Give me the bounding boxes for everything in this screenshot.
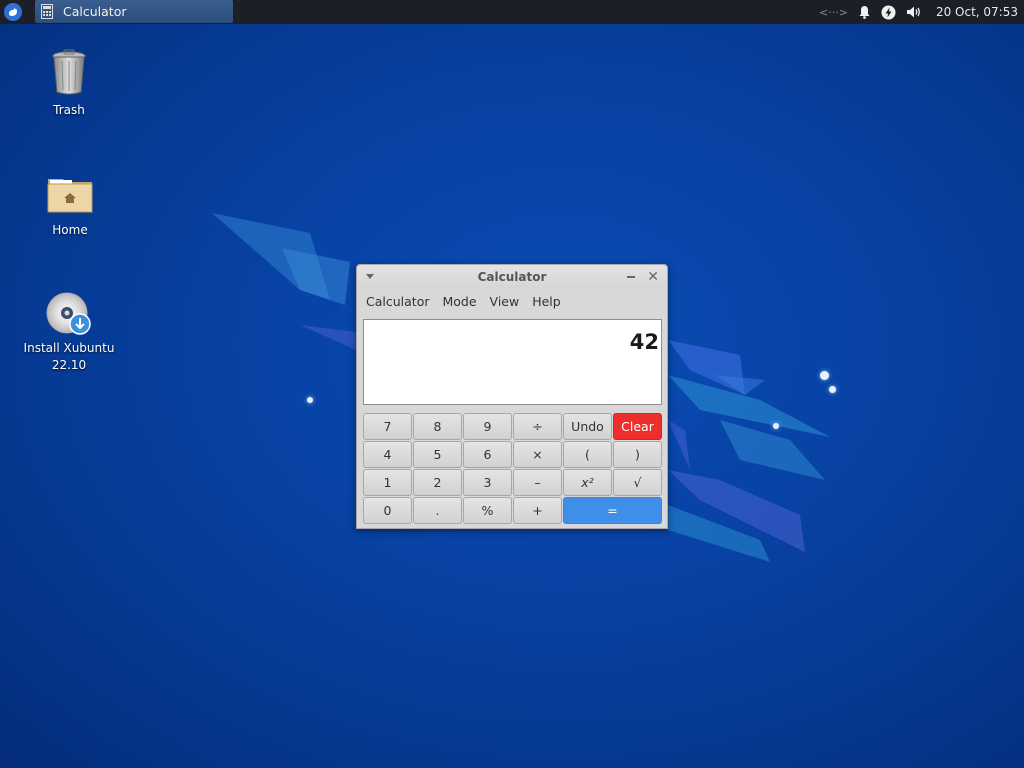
clock[interactable]: 20 Oct, 07:53 xyxy=(936,5,1018,19)
desktop-icon-label: Install Xubuntu 22.10 xyxy=(23,341,115,372)
wallpaper-star xyxy=(829,386,836,393)
calculator-display[interactable]: 42 xyxy=(363,319,662,405)
key-divide[interactable]: ÷ xyxy=(513,413,562,440)
taskbar-button-calculator[interactable]: Calculator xyxy=(35,0,233,23)
desktop-icon-install-xubuntu[interactable]: Install Xubuntu 22.10 xyxy=(19,292,119,374)
install-disc-icon xyxy=(46,292,91,335)
trash-icon xyxy=(52,49,86,95)
key-percent[interactable]: % xyxy=(463,497,512,524)
key-undo[interactable]: Undo xyxy=(563,413,612,440)
key-add[interactable]: + xyxy=(513,497,562,524)
calculator-window: Calculator ✕ Calculator Mode View Help 4… xyxy=(356,264,668,529)
display-value: 42 xyxy=(629,330,659,354)
menu-calculator[interactable]: Calculator xyxy=(361,294,437,309)
menu-help[interactable]: Help xyxy=(527,294,569,309)
key-multiply[interactable]: × xyxy=(513,441,562,468)
key-equals[interactable]: = xyxy=(563,497,662,524)
window-titlebar[interactable]: Calculator ✕ xyxy=(357,265,667,289)
key-clear[interactable]: Clear xyxy=(613,413,662,440)
key-open-paren[interactable]: ( xyxy=(563,441,612,468)
minimize-icon[interactable] xyxy=(627,276,635,278)
menu-mode[interactable]: Mode xyxy=(437,294,484,309)
key-8[interactable]: 8 xyxy=(413,413,462,440)
key-decimal[interactable]: . xyxy=(413,497,462,524)
key-4[interactable]: 4 xyxy=(363,441,412,468)
keypad: 7 8 9 ÷ Undo Clear 4 5 6 ×() 1 2 3– x² √ 0.% + = xyxy=(363,413,662,524)
key-close-paren[interactable]: ) xyxy=(613,441,662,468)
window-title: Calculator xyxy=(477,270,547,284)
top-panel: Calculator <···> 20 Oct, 07:53 xyxy=(0,0,1024,24)
whisker-menu-button[interactable] xyxy=(4,3,22,21)
calculator-icon xyxy=(41,4,53,19)
bell-icon[interactable] xyxy=(858,5,871,19)
desktop-icon-label: Trash xyxy=(53,103,85,117)
network-disconnected-icon[interactable]: <···> xyxy=(819,6,848,19)
key-0[interactable]: 0 xyxy=(363,497,412,524)
volume-icon[interactable] xyxy=(906,5,922,19)
menu-view[interactable]: View xyxy=(485,294,528,309)
desktop-icon-label: Home xyxy=(52,223,88,237)
key-1[interactable]: 1 xyxy=(363,469,412,496)
key-5[interactable]: 5 xyxy=(413,441,462,468)
wallpaper-star xyxy=(307,397,313,403)
wallpaper-star xyxy=(773,423,779,429)
wallpaper-star xyxy=(820,371,829,380)
taskbar-button-label: Calculator xyxy=(63,4,127,19)
menu-bar: Calculator Mode View Help xyxy=(357,289,667,313)
key-sqrt[interactable]: √ xyxy=(613,469,662,496)
key-2[interactable]: 2 xyxy=(413,469,462,496)
desktop-icon-home[interactable]: Home xyxy=(20,176,120,239)
home-folder-icon xyxy=(47,179,93,213)
close-icon[interactable]: ✕ xyxy=(647,269,659,285)
key-9[interactable]: 9 xyxy=(463,413,512,440)
desktop-icon-trash[interactable]: Trash xyxy=(19,48,119,119)
power-lightning-icon[interactable] xyxy=(881,5,896,20)
key-6[interactable]: 6 xyxy=(463,441,512,468)
system-tray: <···> 20 Oct, 07:53 xyxy=(819,0,1024,24)
key-3[interactable]: 3 xyxy=(463,469,512,496)
key-7[interactable]: 7 xyxy=(363,413,412,440)
key-square[interactable]: x² xyxy=(563,469,612,496)
key-subtract[interactable]: – xyxy=(513,469,562,496)
xfce-mouse-icon xyxy=(9,8,17,16)
